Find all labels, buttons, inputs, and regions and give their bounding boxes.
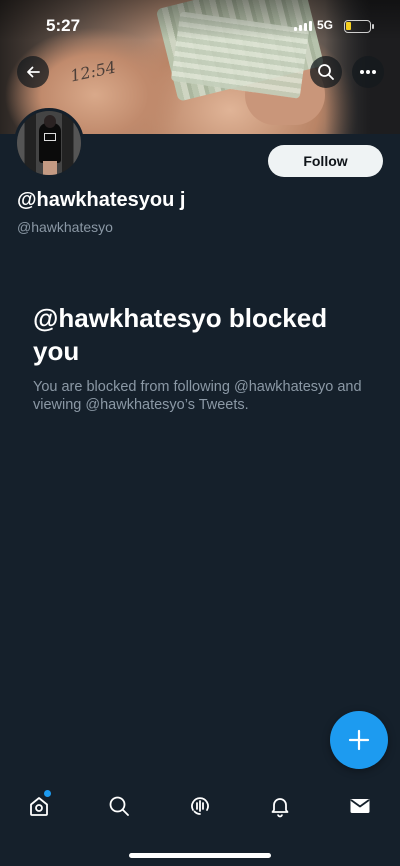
battery-icon [344, 20, 374, 33]
nav-home[interactable] [19, 790, 59, 822]
blocked-description: You are blocked from following @hawkhate… [33, 379, 362, 413]
profile-search-button[interactable] [310, 56, 342, 88]
nav-messages[interactable] [340, 790, 380, 822]
compose-tweet-button[interactable] [330, 711, 388, 769]
banner-tattoo-text: 12:54 [68, 57, 118, 86]
network-type: 5G [317, 18, 334, 32]
home-icon [30, 797, 48, 816]
status-time: 5:27 [46, 16, 81, 35]
cellular-signal-icon [294, 21, 312, 31]
bottom-navigation [0, 778, 400, 834]
new-content-dot [44, 790, 51, 797]
search-icon [109, 796, 129, 816]
nav-notifications[interactable] [260, 790, 300, 822]
follow-button[interactable]: Follow [268, 145, 383, 177]
home-indicator[interactable] [129, 853, 271, 858]
profile-display-name: @hawkhatesyou j [17, 189, 186, 211]
search-icon [318, 64, 334, 80]
mail-icon [350, 799, 370, 813]
spaces-icon [191, 797, 209, 815]
profile-handle: @hawkhatesyo [17, 219, 113, 235]
more-horizontal-icon [360, 70, 376, 74]
more-options-button[interactable] [352, 56, 384, 88]
profile-avatar[interactable] [14, 108, 84, 178]
bell-icon [271, 798, 289, 818]
status-bar: 5:27 5G [0, 0, 400, 50]
back-button[interactable] [17, 56, 49, 88]
plus-icon [348, 729, 370, 751]
nav-spaces[interactable] [180, 790, 220, 822]
blocked-title: @hawkhatesyo blocked you [33, 303, 328, 366]
arrow-left-icon [27, 66, 40, 78]
nav-search[interactable] [99, 790, 139, 822]
